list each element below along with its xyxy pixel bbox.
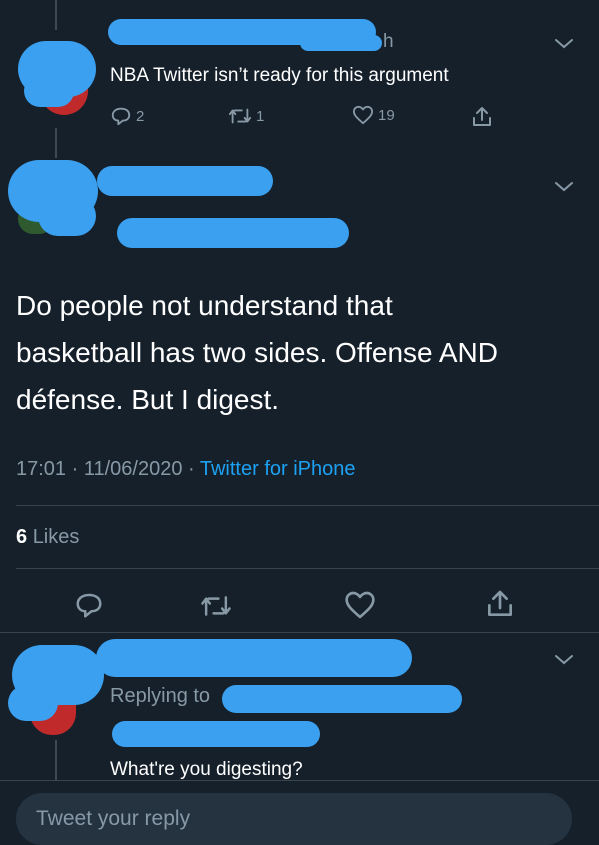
divider xyxy=(0,780,599,781)
reply-icon[interactable] xyxy=(74,590,104,620)
tweet-meta: 17:01 · 11/06/2020 · Twitter for iPhone xyxy=(16,458,355,481)
avatar[interactable] xyxy=(18,35,96,125)
tweet-1[interactable]: h NBA Twitter isn’t ready for this argum… xyxy=(0,15,599,140)
reply-text: What're you digesting? xyxy=(110,759,303,780)
like-action[interactable]: 19 xyxy=(352,105,395,125)
redacted-name xyxy=(96,639,412,677)
heart-icon xyxy=(352,105,373,125)
share-icon[interactable] xyxy=(484,588,516,620)
reply-tweet[interactable]: Replying to What're you digesting? xyxy=(0,633,599,783)
likes-summary[interactable]: 6 Likes xyxy=(16,526,79,549)
reply-composer[interactable]: Tweet your reply xyxy=(16,793,572,845)
retweet-icon[interactable] xyxy=(200,592,232,620)
divider xyxy=(16,505,599,506)
composer-placeholder: Tweet your reply xyxy=(36,807,191,830)
reply-action[interactable]: 2 xyxy=(110,105,144,127)
timestamp: 17:01 · 11/06/2020 · xyxy=(16,458,200,480)
chevron-down-icon[interactable] xyxy=(553,653,575,667)
main-tweet-text: Do people not understand that basketball… xyxy=(16,282,586,423)
reply-count: 2 xyxy=(136,107,145,125)
text-line: basketball has two sides. Offense AND xyxy=(16,337,498,368)
like-count: 19 xyxy=(378,106,395,124)
share-icon[interactable] xyxy=(470,105,494,129)
avatar[interactable] xyxy=(8,160,98,240)
redacted-name xyxy=(97,166,273,196)
divider xyxy=(16,568,599,569)
chevron-down-icon[interactable] xyxy=(553,37,575,51)
time-fragment: h xyxy=(383,31,394,52)
thread-line-bottom xyxy=(55,740,57,780)
chevron-down-icon[interactable] xyxy=(553,180,575,194)
main-tweet-header xyxy=(0,150,599,260)
redacted-mention xyxy=(222,685,462,713)
text-line: défense. But I digest. xyxy=(16,384,280,415)
text-line: Do people not understand that xyxy=(16,290,393,321)
redacted-handle xyxy=(117,218,349,248)
reply-icon xyxy=(111,107,131,126)
likes-count: 6 xyxy=(16,526,28,548)
replying-to-label: Replying to xyxy=(110,685,211,707)
retweet-action[interactable]: 1 xyxy=(228,105,264,127)
retweet-count: 1 xyxy=(256,107,265,125)
redacted-mention xyxy=(112,721,320,747)
retweet-icon xyxy=(228,108,252,124)
tweet-text: NBA Twitter isn’t ready for this argumen… xyxy=(110,65,449,86)
avatar[interactable] xyxy=(8,645,104,737)
source-link[interactable]: Twitter for iPhone xyxy=(200,458,356,480)
heart-icon[interactable] xyxy=(344,590,376,620)
likes-label: Likes xyxy=(32,526,80,548)
